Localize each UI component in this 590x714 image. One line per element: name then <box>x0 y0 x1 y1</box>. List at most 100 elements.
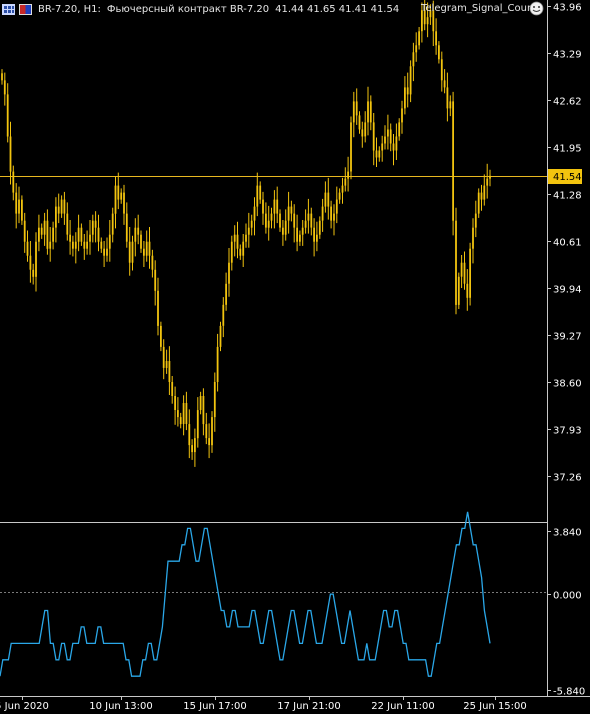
candle-body <box>358 115 361 130</box>
candles-group <box>1 0 491 467</box>
candle-body <box>404 87 406 109</box>
candle-body <box>185 403 188 424</box>
candle-body <box>477 192 480 214</box>
candle-body <box>151 255 154 270</box>
time-tick-label: 17 Jun 21:00 <box>277 701 341 712</box>
candle-body <box>327 192 330 207</box>
candle-body <box>21 199 23 221</box>
candle-body <box>242 241 245 256</box>
candle-body <box>245 234 247 242</box>
candle-body <box>460 262 463 277</box>
price-tick-label: 41.28 <box>553 191 582 202</box>
candle-body <box>74 241 77 249</box>
candle-body <box>418 31 420 46</box>
candle-body <box>6 94 9 137</box>
candle-body <box>333 213 335 221</box>
current-price-label: 41.54 <box>553 172 582 183</box>
candle-body <box>489 175 491 179</box>
candle-body <box>29 255 32 270</box>
candle-body <box>247 227 250 235</box>
candle-body <box>364 122 367 137</box>
symbol-description: Фьючерсный контракт BR-7.20 <box>106 3 270 15</box>
candle-body <box>480 192 483 200</box>
candle-body <box>347 171 349 179</box>
time-axis[interactable]: 5 Jun 2020 10 Jun 13:00 15 Jun 17:00 17 Jun… <box>0 696 590 712</box>
candle-body <box>239 248 242 256</box>
expert-advisor-name[interactable]: Telegram_Signal_Count <box>421 3 537 14</box>
candle-body <box>483 185 486 200</box>
candle-body <box>165 361 168 368</box>
candle-body <box>449 101 452 109</box>
indicator-axis[interactable]: 3.840 0.000 -5.840 <box>547 528 585 698</box>
price-ticks: 43.96 43.29 42.62 41.95 41.28 40.61 39.94 39.27… <box>547 3 582 484</box>
candle-body <box>463 262 466 284</box>
indicator-ticks: 3.840 0.000 -5.840 <box>547 528 585 698</box>
candle-body <box>310 213 313 228</box>
candle-body <box>236 234 239 249</box>
candle-body <box>134 227 137 242</box>
candle-body <box>293 213 296 228</box>
price-tick-label: 39.94 <box>553 285 582 296</box>
candle-body <box>77 227 80 242</box>
candle-body <box>321 206 324 221</box>
grid-chart-icon[interactable] <box>2 3 15 15</box>
candle-body <box>125 213 128 242</box>
candle-body <box>23 220 26 242</box>
candle-body <box>66 213 69 235</box>
candle-body <box>91 220 94 235</box>
candle-body <box>3 80 6 95</box>
candle-body <box>443 80 446 88</box>
indicator-line <box>0 511 491 677</box>
time-tick-label: 15 Jun 17:00 <box>183 701 247 712</box>
candle-body <box>367 101 369 123</box>
candle-body <box>46 220 49 249</box>
main-chart[interactable] <box>0 0 547 467</box>
chart-canvas[interactable]: 43.96 43.29 42.62 41.95 41.28 40.61 39.94 39.27… <box>0 0 590 714</box>
candle-body <box>412 52 415 67</box>
candle-body <box>474 213 477 228</box>
indicator-subwindow[interactable] <box>0 511 547 677</box>
candle-body <box>18 199 20 214</box>
candle-body <box>344 178 347 186</box>
candle-body <box>94 220 97 228</box>
candle-body <box>472 227 474 249</box>
candle-body <box>194 438 196 453</box>
candle-body <box>387 129 389 137</box>
price-tick-label: 43.29 <box>553 50 582 61</box>
candle-body <box>131 241 134 263</box>
flag-icon[interactable] <box>19 3 32 15</box>
candle-body <box>341 185 344 193</box>
candle-body <box>457 276 460 305</box>
candle-body <box>15 192 18 214</box>
candle-body <box>361 129 364 137</box>
chart-header: BR-7.20, H1: Фьючерсный контракт BR-7.20… <box>2 2 399 16</box>
smiley-ea-icon[interactable] <box>529 1 544 16</box>
candle-body <box>262 199 264 214</box>
candle-body <box>469 248 471 298</box>
candle-body <box>415 45 418 53</box>
candle-body <box>307 213 310 221</box>
candle-body <box>80 227 83 242</box>
candle-body <box>284 220 287 235</box>
candle-body <box>202 396 205 425</box>
candle-body <box>12 171 15 193</box>
price-tick-label: 41.95 <box>553 144 582 155</box>
candle-body <box>259 185 262 200</box>
candle-body <box>114 185 117 214</box>
price-tick-label: 37.93 <box>553 426 582 437</box>
candle-body <box>177 410 179 418</box>
candle-body <box>213 382 216 418</box>
candle-body <box>406 87 409 95</box>
candle-body <box>140 234 142 249</box>
time-tick-label: 10 Jun 13:00 <box>89 701 153 712</box>
candle-body <box>440 59 443 81</box>
candle-body <box>330 206 332 221</box>
candle-body <box>188 424 191 446</box>
candle-body <box>375 150 378 158</box>
candle-body <box>106 248 108 256</box>
candle-body <box>324 192 327 207</box>
candle-body <box>72 241 74 249</box>
time-ticks: 5 Jun 2020 10 Jun 13:00 15 Jun 17:00 17 Jun… <box>0 696 527 712</box>
candle-body <box>179 417 182 425</box>
candle-body <box>171 382 174 396</box>
